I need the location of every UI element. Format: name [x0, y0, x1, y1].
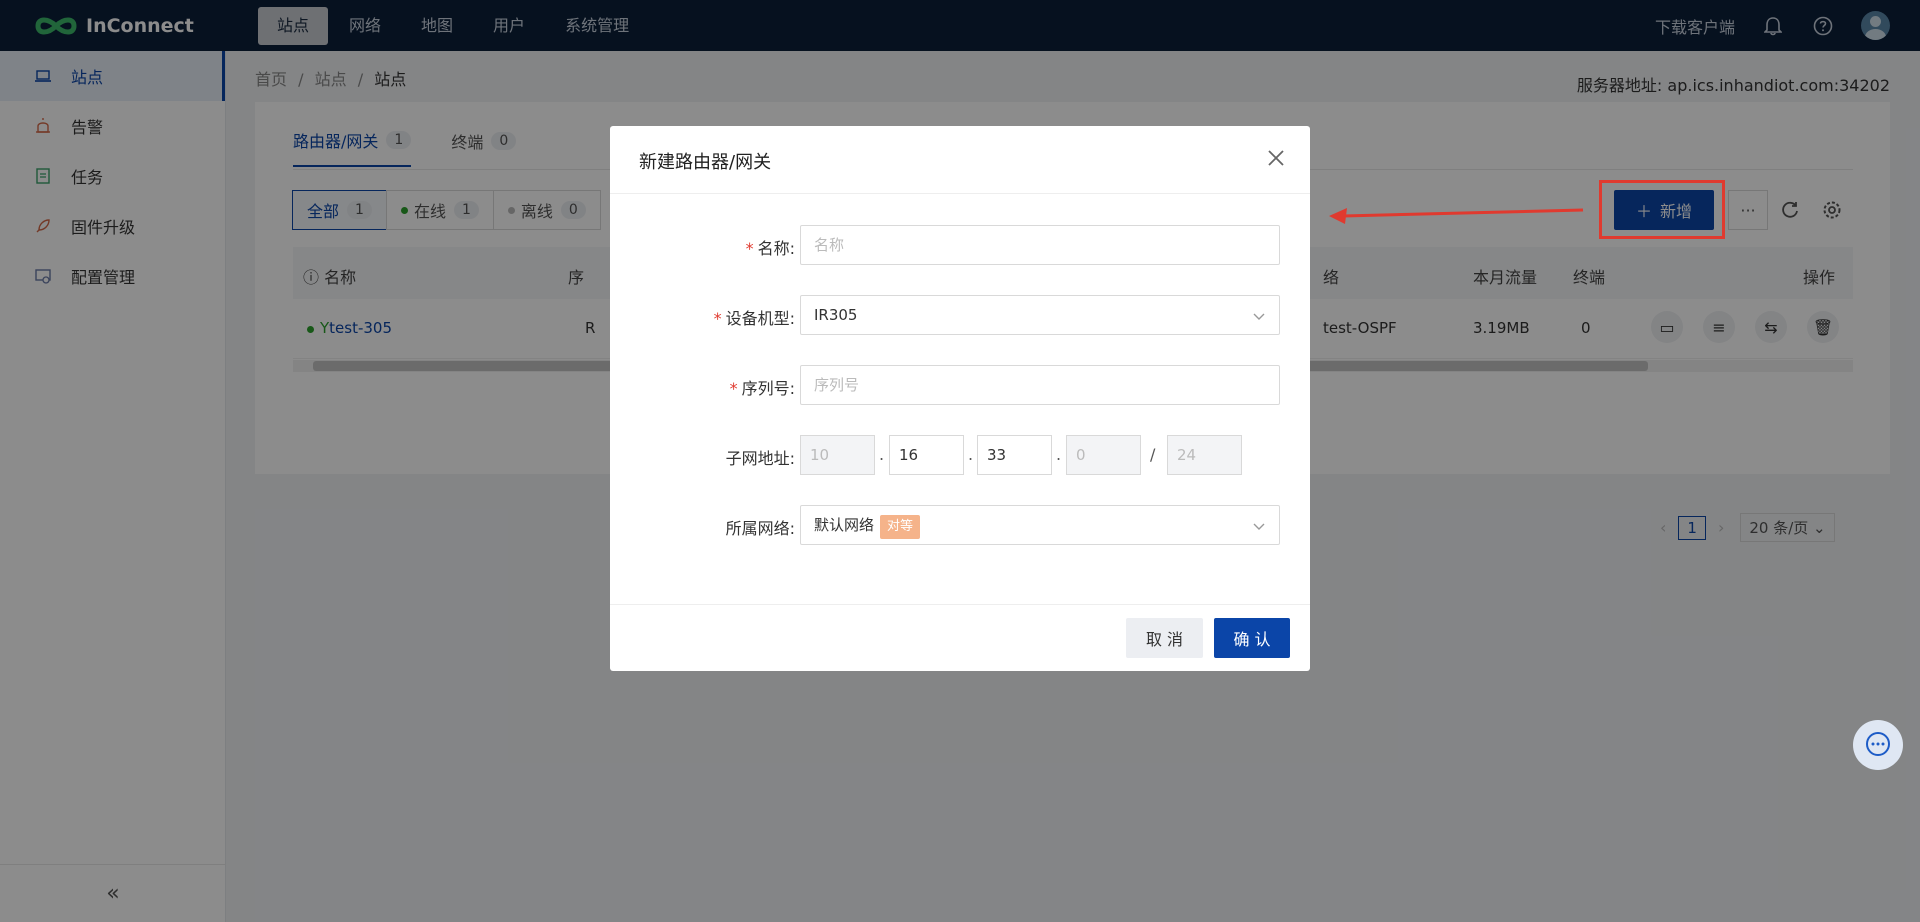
- label-text: 设备机型:: [725, 309, 795, 328]
- ip-dot: .: [1056, 445, 1062, 464]
- serial-number-input[interactable]: [800, 365, 1280, 405]
- field-label: 所属网络:: [725, 519, 795, 538]
- required-mark: *: [729, 379, 738, 398]
- close-icon[interactable]: [1266, 148, 1286, 168]
- chevron-down-icon: [1253, 313, 1265, 320]
- label-text: 序列号:: [741, 379, 795, 398]
- name-input[interactable]: [800, 225, 1280, 265]
- ip-dot: .: [968, 445, 974, 464]
- subnet-octet-4: 0: [1066, 435, 1141, 475]
- chevron-down-icon: [1253, 523, 1265, 530]
- required-mark: *: [745, 239, 754, 258]
- annotation-arrow-icon: [1329, 208, 1584, 224]
- form-row-network: 所属网络: 默认网络 对等: [610, 505, 1310, 545]
- form-row-name: * 名称:: [610, 225, 1310, 265]
- chat-icon: [1866, 732, 1890, 756]
- cancel-button[interactable]: 取 消: [1126, 618, 1203, 658]
- select-value: IR305: [814, 306, 858, 324]
- field-label: * 序列号:: [730, 375, 795, 399]
- dialog-footer-divider: [610, 604, 1310, 605]
- new-router-dialog: 新建路由器/网关 *名称: *设备机型: IR305 *序列号: 子网地址: 1…: [610, 126, 1310, 671]
- required-mark: *: [713, 309, 722, 328]
- chat-support-button[interactable]: [1853, 720, 1903, 770]
- form-row-subnet: 子网地址: 10 . 16 . 33 . 0 / 24: [610, 435, 1310, 475]
- mask-slash: /: [1150, 445, 1156, 464]
- label-text: 名称:: [757, 239, 795, 258]
- subnet-octet-2[interactable]: 16: [889, 435, 964, 475]
- dialog-header-divider: [610, 193, 1310, 194]
- dialog-title: 新建路由器/网关: [639, 152, 772, 173]
- confirm-button[interactable]: 确 认: [1214, 618, 1290, 658]
- peer-tag: 对等: [880, 515, 921, 539]
- subnet-mask: 24: [1167, 435, 1242, 475]
- form-row-serial: * 序列号:: [610, 365, 1310, 405]
- subnet-octet-3[interactable]: 33: [977, 435, 1052, 475]
- field-label: * 设备机型:: [714, 305, 795, 329]
- ip-dot: .: [879, 445, 885, 464]
- subnet-octet-1: 10: [800, 435, 875, 475]
- select-value: 默认网络: [814, 516, 875, 534]
- field-label: 子网地址:: [725, 449, 795, 468]
- field-label: * 名称:: [746, 235, 795, 259]
- network-select[interactable]: 默认网络 对等: [800, 505, 1280, 545]
- form-row-model: * 设备机型: IR305: [610, 295, 1310, 335]
- add-button-highlight: [1599, 180, 1725, 239]
- device-model-select[interactable]: IR305: [800, 295, 1280, 335]
